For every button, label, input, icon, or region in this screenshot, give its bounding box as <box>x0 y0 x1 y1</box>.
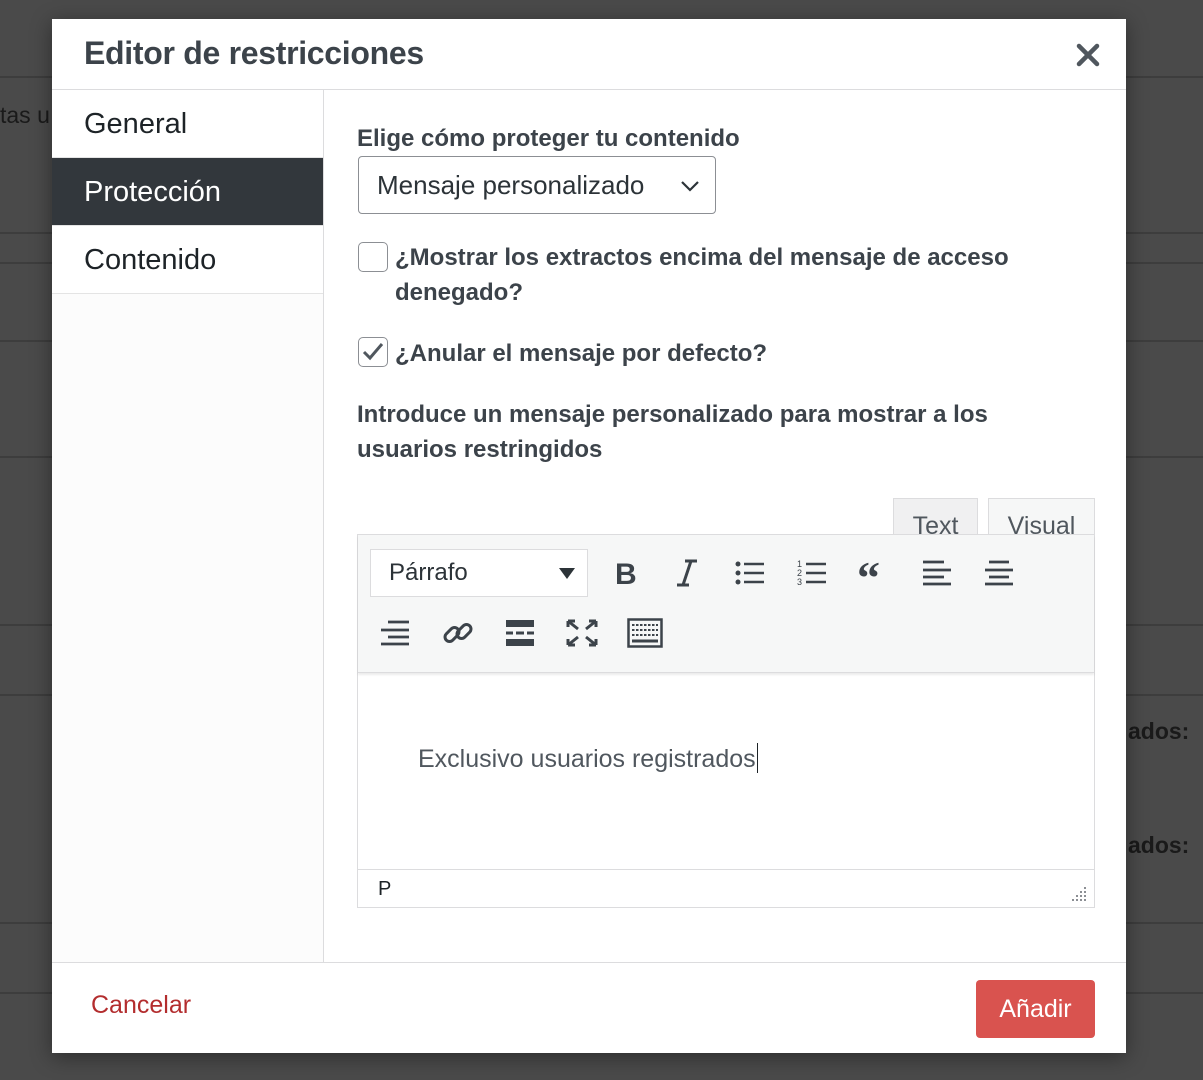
bold-icon: B <box>615 559 637 587</box>
element-path[interactable]: P <box>378 878 391 901</box>
override-default-checkbox[interactable] <box>358 337 388 367</box>
svg-text:3: 3 <box>797 577 802 587</box>
svg-text:“: “ <box>858 559 880 587</box>
fullscreen-icon <box>566 619 598 647</box>
show-excerpts-checkbox[interactable] <box>358 242 388 272</box>
align-left-button[interactable] <box>915 551 959 595</box>
sidebar-item-protection[interactable]: Protección <box>52 158 323 226</box>
align-center-icon <box>985 560 1013 586</box>
bg-text-fragment: ados: <box>1128 718 1190 744</box>
cancel-button[interactable]: Cancelar <box>91 991 191 1020</box>
format-select[interactable]: Párrafo <box>370 549 588 597</box>
override-default-label: ¿Anular el mensaje por defecto? <box>395 340 768 367</box>
bullet-list-icon <box>735 561 764 585</box>
align-right-icon <box>381 620 409 646</box>
text-caret <box>756 743 759 773</box>
read-more-icon <box>506 620 534 646</box>
protection-method-value: Mensaje personalizado <box>377 170 645 200</box>
bullet-list-button[interactable] <box>728 551 772 595</box>
bg-text-fragment: tas u <box>0 102 50 128</box>
editor-toolbar: Párrafo B 1 2 3 “ <box>358 535 1094 673</box>
custom-message-label-line1: Introduce un mensaje personalizado para … <box>357 401 988 428</box>
fullscreen-button[interactable] <box>560 611 604 655</box>
message-editor: Párrafo B 1 2 3 “ Exclusivo usuarios reg… <box>357 534 1095 908</box>
checkmark-icon <box>362 343 384 361</box>
align-left-icon <box>923 560 951 586</box>
align-right-button[interactable] <box>373 611 417 655</box>
toolbar-toggle-icon <box>627 618 663 648</box>
numbered-list-button[interactable]: 1 2 3 <box>790 551 834 595</box>
show-excerpts-label-line1: ¿Mostrar los extractos encima del mensaj… <box>395 244 1009 271</box>
restriction-editor-modal: Editor de restricciones General Protecci… <box>52 19 1126 1053</box>
modal-sidebar: General Protección Contenido <box>52 90 324 962</box>
blockquote-icon: “ <box>858 559 880 587</box>
add-button[interactable]: Añadir <box>976 980 1095 1038</box>
italic-icon <box>677 559 697 587</box>
modal-footer: Cancelar Añadir <box>52 962 1126 1053</box>
link-icon <box>443 623 473 643</box>
chevron-down-icon <box>681 181 699 192</box>
protection-method-label: Elige cómo proteger tu contenido <box>357 125 740 152</box>
bold-button[interactable]: B <box>603 551 647 595</box>
bg-text-fragment: ados: <box>1128 832 1190 858</box>
read-more-button[interactable] <box>498 611 542 655</box>
sidebar-item-content[interactable]: Contenido <box>52 226 323 294</box>
protection-panel: Elige cómo proteger tu contenido Mensaje… <box>324 90 1126 962</box>
resize-handle-icon[interactable] <box>1070 885 1088 903</box>
show-excerpts-label-line2: denegado? <box>395 279 524 306</box>
editor-content-text[interactable]: Exclusivo usuarios registrados <box>418 743 759 774</box>
caret-down-icon <box>559 568 575 579</box>
close-icon <box>1076 43 1100 67</box>
align-center-button[interactable] <box>977 551 1021 595</box>
modal-header: Editor de restricciones <box>52 19 1126 90</box>
sidebar-item-general[interactable]: General <box>52 90 323 158</box>
editor-statusbar: P <box>358 869 1094 907</box>
protection-method-select[interactable]: Mensaje personalizado <box>358 156 716 214</box>
link-button[interactable] <box>436 611 480 655</box>
toolbar-toggle-button[interactable] <box>623 611 667 655</box>
editor-content-area[interactable]: Exclusivo usuarios registrados <box>358 673 1094 869</box>
custom-message-label-line2: usuarios restringidos <box>357 436 603 463</box>
numbered-list-icon: 1 2 3 <box>797 559 826 587</box>
blockquote-button[interactable]: “ <box>852 551 896 595</box>
modal-title: Editor de restricciones <box>84 35 424 71</box>
format-select-value: Párrafo <box>389 559 468 586</box>
svg-text:B: B <box>615 559 637 587</box>
close-button[interactable] <box>1070 37 1106 73</box>
italic-button[interactable] <box>665 551 709 595</box>
editor-content-value: Exclusivo usuarios registrados <box>418 745 756 773</box>
